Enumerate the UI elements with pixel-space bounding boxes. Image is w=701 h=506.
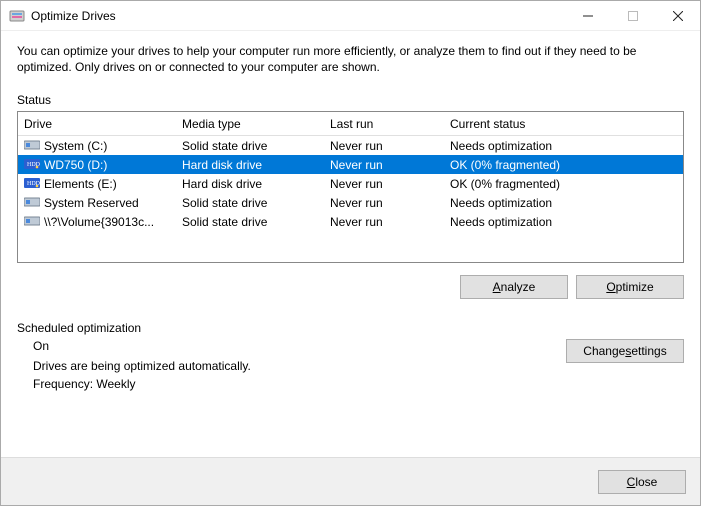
drive-media: Hard disk drive bbox=[182, 158, 330, 172]
drive-icon: HDD bbox=[24, 177, 40, 191]
analyze-button[interactable]: Analyze bbox=[460, 275, 568, 299]
drive-row[interactable]: System Reserved Solid state driveNever ru… bbox=[18, 193, 683, 212]
footer: Close bbox=[1, 457, 700, 505]
drive-status: OK (0% fragmented) bbox=[450, 177, 677, 191]
drive-row[interactable]: System (C:) Solid state driveNever runNee… bbox=[18, 136, 683, 155]
drive-status: Needs optimization bbox=[450, 196, 677, 210]
description-text: You can optimize your drives to help you… bbox=[17, 43, 684, 75]
list-header: Drive Media type Last run Current status bbox=[18, 112, 683, 136]
drive-lastrun: Never run bbox=[330, 177, 450, 191]
drive-name: Elements (E:) bbox=[44, 177, 117, 191]
change-settings-button[interactable]: Change settings bbox=[566, 339, 684, 363]
drive-lastrun: Never run bbox=[330, 158, 450, 172]
drive-media: Hard disk drive bbox=[182, 177, 330, 191]
optimize-button[interactable]: Optimize bbox=[576, 275, 684, 299]
drive-name: WD750 (D:) bbox=[44, 158, 107, 172]
drive-row[interactable]: HDD Elements (E:) Hard disk driveNever run… bbox=[18, 174, 683, 193]
maximize-button[interactable] bbox=[610, 1, 655, 31]
scheduled-line2: Frequency: Weekly bbox=[33, 377, 554, 391]
drive-status: OK (0% fragmented) bbox=[450, 158, 677, 172]
titlebar: Optimize Drives bbox=[1, 1, 700, 31]
drive-icon: HDD bbox=[24, 158, 40, 172]
drive-name: \\?\Volume{39013c... bbox=[44, 215, 154, 229]
drive-lastrun: Never run bbox=[330, 196, 450, 210]
drive-media: Solid state drive bbox=[182, 196, 330, 210]
drive-media: Solid state drive bbox=[182, 215, 330, 229]
drive-row[interactable]: HDD WD750 (D:) Hard disk driveNever runOK … bbox=[18, 155, 683, 174]
drive-media: Solid state drive bbox=[182, 139, 330, 153]
svg-text:HDD: HDD bbox=[27, 162, 40, 168]
drive-list[interactable]: Drive Media type Last run Current status… bbox=[17, 111, 684, 263]
drive-icon bbox=[24, 139, 40, 153]
close-button[interactable]: Close bbox=[598, 470, 686, 494]
col-header-status[interactable]: Current status bbox=[450, 117, 677, 131]
scheduled-line1: Drives are being optimized automatically… bbox=[33, 359, 554, 373]
app-icon bbox=[9, 8, 25, 24]
drive-name: System Reserved bbox=[44, 196, 139, 210]
window-title: Optimize Drives bbox=[31, 9, 116, 23]
status-label: Status bbox=[17, 93, 684, 107]
drive-icon bbox=[24, 196, 40, 210]
drive-lastrun: Never run bbox=[330, 215, 450, 229]
col-header-drive[interactable]: Drive bbox=[24, 117, 182, 131]
drive-name: System (C:) bbox=[44, 139, 107, 153]
drive-row[interactable]: \\?\Volume{39013c... Solid state driveNev… bbox=[18, 212, 683, 231]
minimize-button[interactable] bbox=[565, 1, 610, 31]
col-header-media[interactable]: Media type bbox=[182, 117, 330, 131]
drive-icon bbox=[24, 215, 40, 229]
scheduled-label: Scheduled optimization bbox=[17, 321, 684, 335]
close-window-button[interactable] bbox=[655, 1, 700, 31]
svg-text:HDD: HDD bbox=[27, 181, 40, 187]
col-header-lastrun[interactable]: Last run bbox=[330, 117, 450, 131]
scheduled-on: On bbox=[33, 339, 554, 353]
drive-status: Needs optimization bbox=[450, 215, 677, 229]
drive-status: Needs optimization bbox=[450, 139, 677, 153]
drive-lastrun: Never run bbox=[330, 139, 450, 153]
